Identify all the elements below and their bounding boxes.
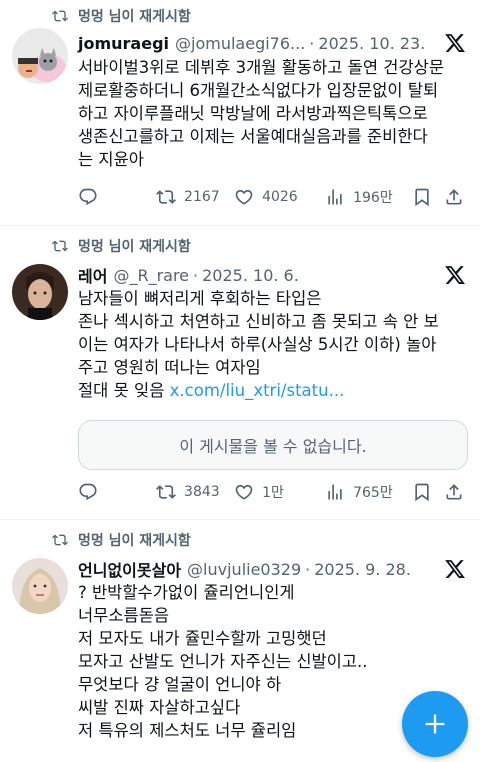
like-button[interactable]: 1만 [234,482,325,502]
reply-button[interactable] [78,482,156,502]
tweet-line: 하고 자이루플래닛 막방날에 라서방과찍은틱톡으로 [78,104,428,123]
tweet-header: jomuraegi @jomulaegi76... · 2025. 10. 23… [78,32,466,54]
avatar[interactable] [12,28,68,84]
repost-icon [52,240,68,252]
reply-button[interactable] [78,187,156,207]
repost-icon [52,10,68,22]
tweet-actions: 3843 1만 765만 [78,482,464,502]
user-handle[interactable]: @jomulaegi76... [175,34,305,53]
repost-count: 2167 [184,189,220,205]
tweet-line: 서바이벌3위로 데뷔후 3개월 활동하고 돌연 건강상문 [78,58,444,77]
bookmark-icon [415,188,430,207]
tweet-text: 남자들이 뼈저리게 후회하는 타입은 존나 섹시하고 처연하고 신비하고 좀 못… [78,287,464,402]
repost-label[interactable]: 멍멍 님이 재게시함 [78,530,191,550]
tweet-actions: 2167 4026 196만 [78,187,464,207]
user-handle[interactable]: @luvjulie0329 [187,560,301,579]
views-count: 765만 [353,485,393,501]
tweet-date[interactable]: 2025. 10. 23. [318,34,425,53]
tweet-header: 레어 @_R_rare · 2025. 10. 6. [78,263,466,287]
views-icon [328,189,342,205]
views-count: 196만 [353,190,393,206]
tweet-line: 모자고 산발도 언니가 자주신는 신발이고.. [78,652,368,671]
share-button[interactable] [444,482,464,502]
plus-icon [425,714,445,734]
separator-dot: · [309,33,315,53]
repost-count: 3843 [184,484,220,500]
reply-icon [79,483,97,501]
heart-icon [235,189,253,205]
repost-icon [156,190,176,204]
display-name[interactable]: 레어 [78,263,107,287]
bookmark-button[interactable] [412,482,444,502]
x-logo-icon[interactable] [444,32,466,54]
tweet-line: 무엇보다 걍 얼굴이 언니야 하 [78,675,282,694]
repost-label[interactable]: 멍멍 님이 재게시함 [78,236,191,256]
reply-icon [79,188,97,206]
divider [0,519,480,520]
tweet-line: 절대 못 잊음 x.com/liu_xtri/statu... [78,379,464,402]
share-icon [446,189,462,205]
share-button[interactable] [444,187,464,207]
heart-icon [235,484,253,500]
views-button[interactable]: 765만 [325,482,412,502]
tweet-line: 주고 영원히 떠나는 여자임 [78,358,261,377]
bookmark-button[interactable] [412,187,444,207]
tweet-line: 이는 여자가 나타나서 하루(사실상 5시간 이하) 놀아 [78,335,437,354]
views-icon [328,484,342,500]
tweet-line: 는 지윤아 [78,150,144,169]
tweet-link[interactable]: x.com/liu_xtri/statu... [170,381,345,400]
x-logo-icon[interactable] [444,264,466,286]
tweet-date[interactable]: 2025. 9. 28. [314,560,411,579]
tweet-line: 생존신고를하고 이제는 서울예대실음과를 준비한다 [78,127,428,146]
repost-button[interactable]: 3843 [156,482,234,502]
tweet-line: 너무소름돋음 [78,606,170,625]
tweet-text: 서바이벌3위로 데뷔후 3개월 활동하고 돌연 건강상문 제로활중하더니 6개월… [78,56,464,171]
views-button[interactable]: 196만 [325,187,412,207]
repost-label[interactable]: 멍멍 님이 재게시함 [78,6,191,26]
display-name[interactable]: jomuraegi [78,34,169,53]
unavailable-quote-card[interactable]: 이 게시물을 볼 수 없습니다. [78,420,468,470]
like-count: 4026 [262,189,298,205]
repost-button[interactable]: 2167 [156,187,234,207]
tweet-line: 저 모자도 내가 쥴민수할까 고밍햇던 [78,629,327,648]
tweet-line: 남자들이 뼈저리게 후회하는 타입은 [78,289,322,308]
tweet-line: 제로활중하더니 6개월간소식없다가 입장문없이 탈퇴 [78,81,439,100]
share-icon [446,484,462,500]
bookmark-icon [415,483,430,502]
tweet-line-text: 절대 못 잊음 [78,381,165,400]
compose-button[interactable] [402,691,468,757]
repost-icon [156,485,176,499]
tweet-date[interactable]: 2025. 10. 6. [202,266,299,285]
repost-indicator: 멍멍 님이 재게시함 [52,530,191,550]
display-name[interactable]: 언니없이못살아 [78,557,181,581]
repost-indicator: 멍멍 님이 재게시함 [52,236,191,256]
divider [0,225,480,226]
x-logo-icon[interactable] [444,558,466,580]
tweet-line: ? 반박할수가없이 쥴리언니인게 [78,583,295,602]
tweet-header: 언니없이못살아 @luvjulie0329 · 2025. 9. 28. [78,557,466,581]
user-handle[interactable]: @_R_rare [113,266,189,285]
avatar[interactable] [12,558,68,614]
separator-dot: · [305,559,311,579]
like-count: 1만 [262,485,284,501]
separator-dot: · [193,265,199,285]
repost-indicator: 멍멍 님이 재게시함 [52,6,191,26]
avatar[interactable] [12,264,68,320]
repost-icon [52,534,68,546]
like-button[interactable]: 4026 [234,187,325,207]
tweet-line: 존나 섹시하고 처연하고 신비하고 좀 못되고 속 안 보 [78,312,439,331]
